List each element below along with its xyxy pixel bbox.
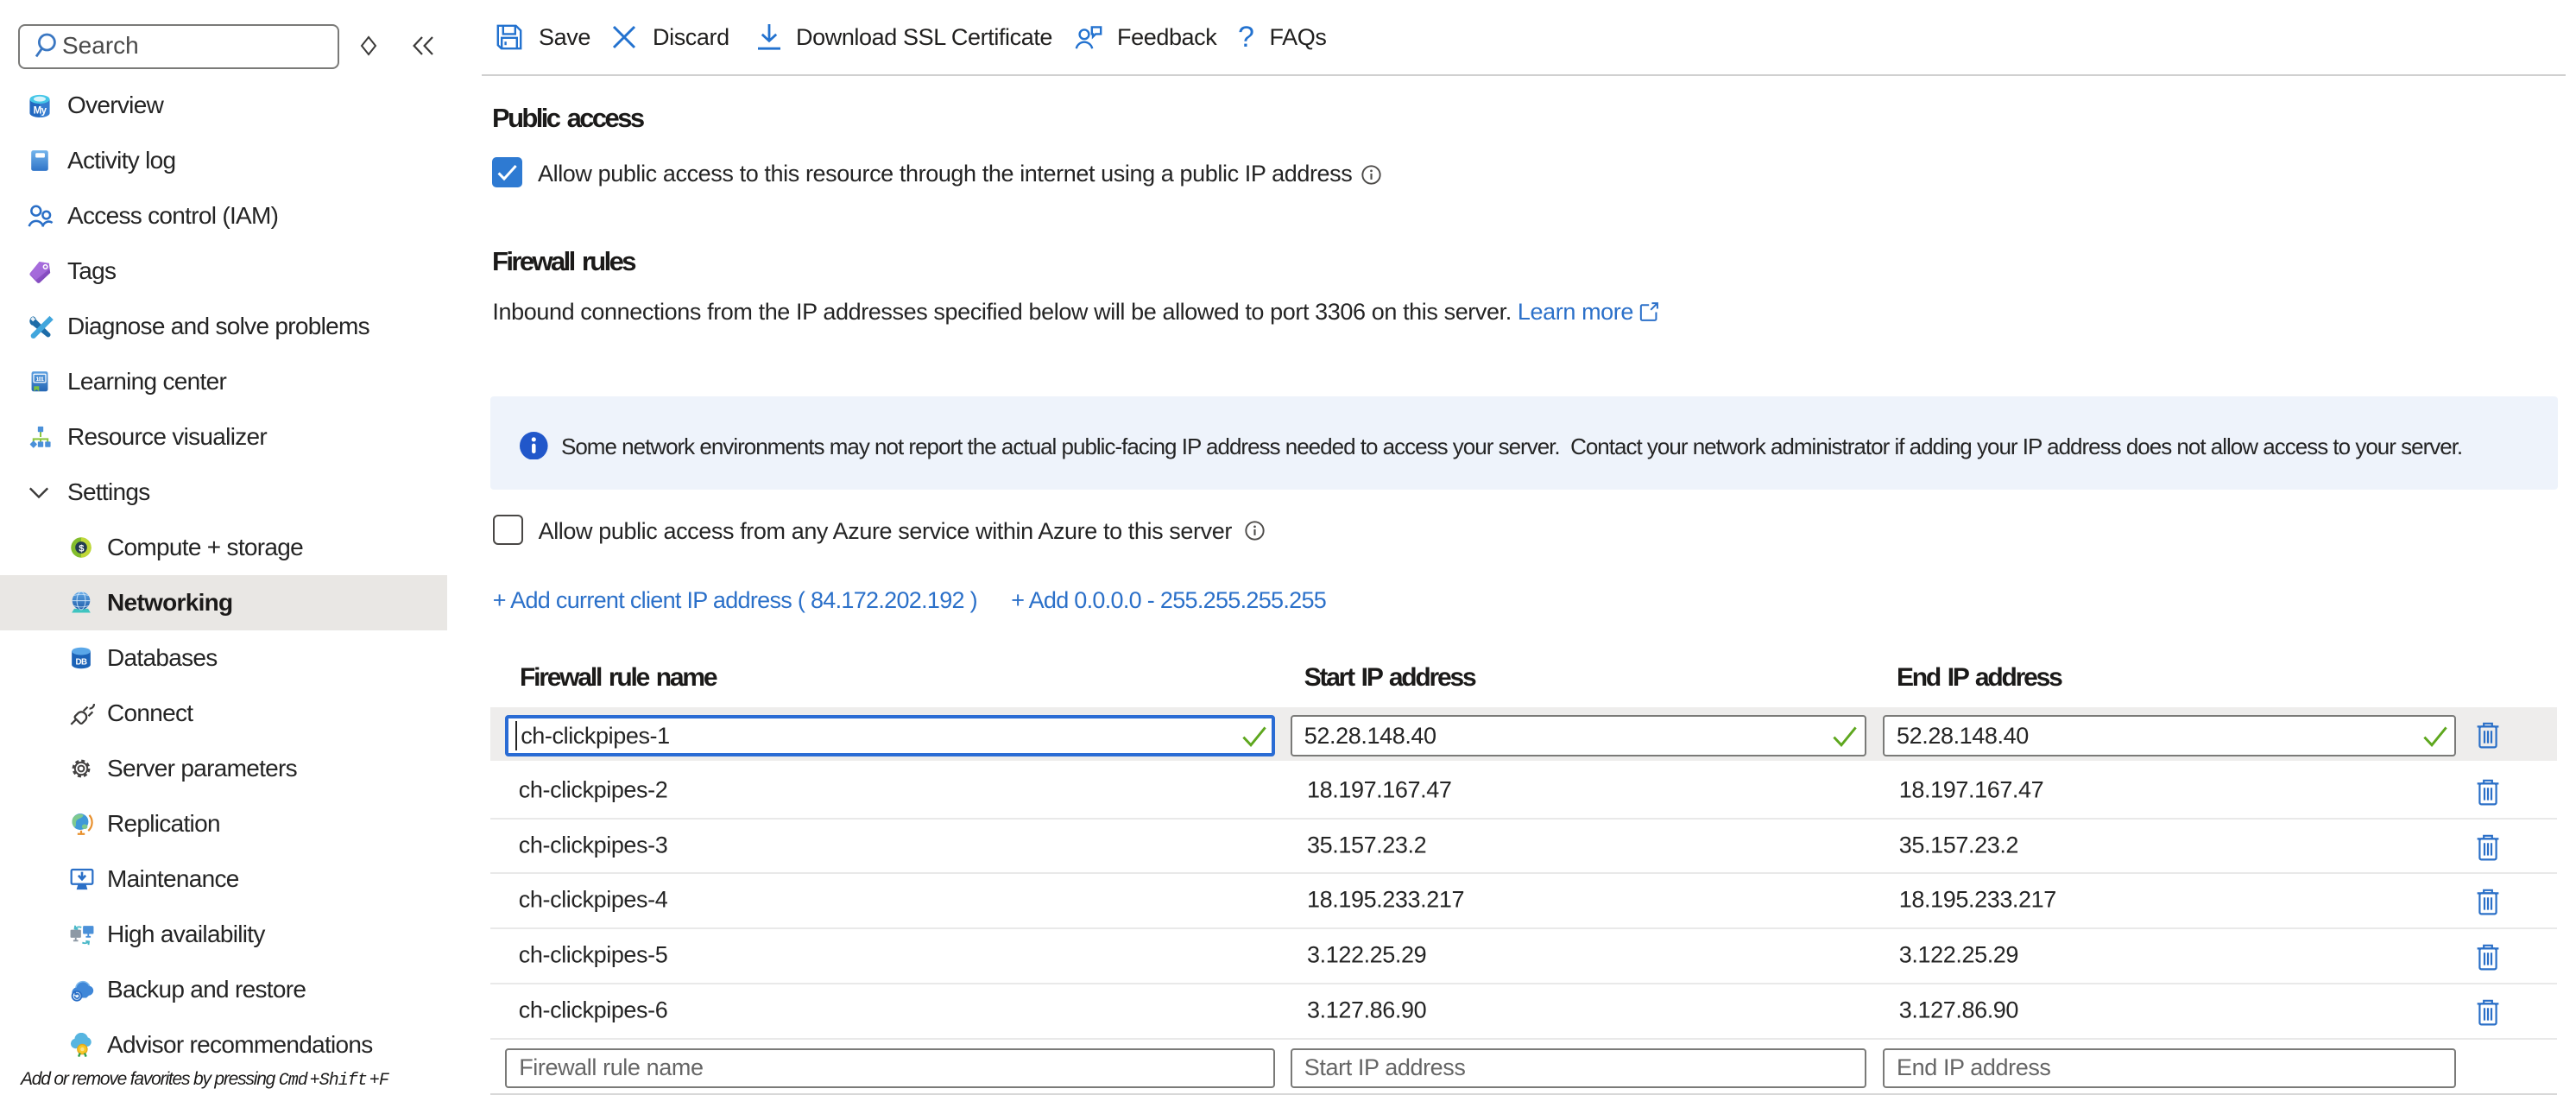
- svg-text:DB: DB: [76, 658, 87, 668]
- svg-text:My: My: [34, 106, 47, 117]
- svg-text:101: 101: [36, 377, 45, 383]
